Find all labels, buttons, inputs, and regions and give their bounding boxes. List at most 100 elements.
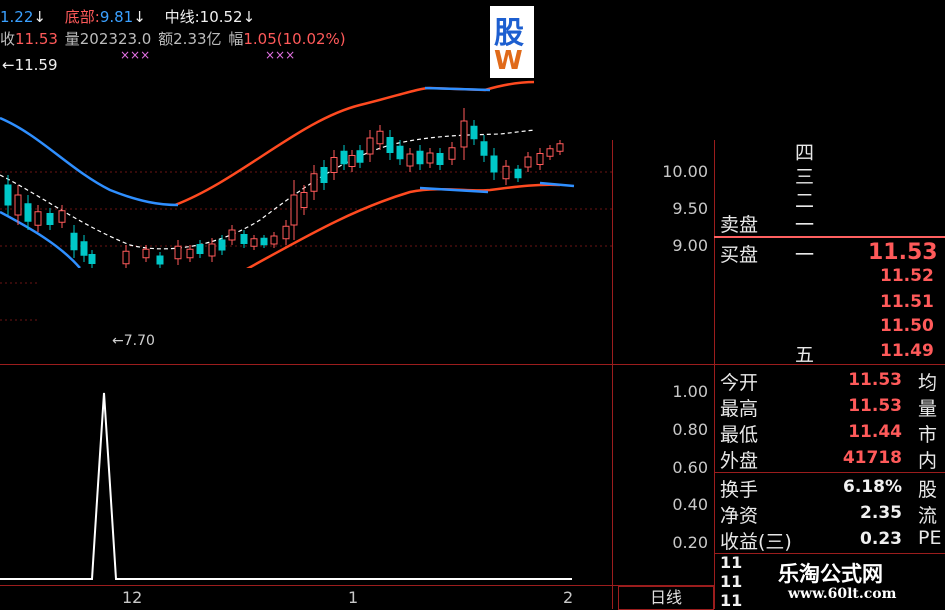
candle-body: [514, 168, 522, 179]
candle-body: [356, 150, 364, 163]
candle-body: [320, 167, 328, 183]
candle-body: [330, 157, 338, 173]
candle-body: [260, 237, 268, 246]
stat-label-high: 最高: [720, 398, 759, 420]
indicator-y-tick: 0.20: [672, 533, 708, 552]
buy-price-4: 11.50: [880, 316, 934, 336]
candle-body: [270, 235, 278, 245]
stat-right-label: 市: [918, 424, 938, 446]
candle-body: [282, 225, 290, 240]
stat-label-net-assets: 净资: [720, 505, 759, 527]
candle-body: [174, 245, 182, 260]
indicator-y-tick: 1.00: [672, 382, 708, 401]
y-tick-label: 9.50: [672, 199, 708, 218]
stat-label-open: 今开: [720, 372, 759, 394]
stats-divider: [714, 472, 945, 473]
upper-band-left: [0, 116, 179, 207]
sell-level-4: 四: [795, 142, 815, 164]
stat-value-outer: 41718: [842, 448, 902, 468]
upper-band-blue-segment: [424, 86, 491, 92]
stat-label-eps: 收益(三): [720, 531, 792, 553]
candlestick-series: [4, 108, 564, 270]
stat-right-label: 股: [918, 479, 938, 501]
candle-body: [218, 239, 226, 251]
trade-row: 11: [720, 572, 743, 591]
candle-body: [58, 210, 66, 223]
candle-body: [300, 192, 308, 208]
y-tick-label: 9.00: [672, 236, 708, 255]
stats-divider: [714, 553, 945, 554]
candle-body: [386, 137, 394, 153]
stat-right-label: 量: [918, 398, 938, 420]
candle-body: [366, 137, 374, 155]
indicator-chart[interactable]: [0, 365, 612, 585]
x-axis-label: 12: [122, 588, 143, 607]
candle-body: [524, 156, 532, 168]
stats-divider: [714, 364, 945, 365]
candle-body: [416, 150, 424, 165]
candle-body: [88, 254, 96, 264]
sell-level-3: 三: [795, 166, 815, 188]
stat-label-low: 最低: [720, 424, 759, 446]
sell-label: 卖盘: [720, 214, 759, 236]
candle-body: [436, 153, 444, 165]
x-axis-label: 1: [348, 588, 359, 607]
candle-body: [340, 150, 348, 165]
candle-body: [122, 250, 130, 265]
candle-body: [208, 243, 216, 257]
axis-divider: [612, 140, 613, 609]
indicator-y-tick: 0.60: [672, 458, 708, 477]
buy-price-3: 11.51: [880, 292, 934, 312]
stat-right-label: PE: [918, 527, 942, 549]
buy-label: 买盘: [720, 244, 759, 266]
candle-body: [228, 229, 236, 241]
x-axis-line: [0, 585, 714, 586]
stat-right-label: 流: [918, 505, 938, 527]
candle-body: [490, 155, 498, 173]
candle-body: [480, 141, 488, 156]
candle-body: [4, 184, 12, 206]
candle-body: [460, 120, 468, 148]
redaction-block: [38, 268, 888, 338]
watermark-url: www.60lt.com: [788, 586, 897, 602]
panel-divider: [714, 140, 715, 609]
sell-level-1: 一: [795, 214, 815, 236]
period-tab-daily[interactable]: 日线: [618, 586, 714, 610]
x-axis-label: 2: [563, 588, 574, 607]
candle-body: [46, 213, 54, 225]
candle-body: [448, 147, 456, 160]
stat-label-outer: 外盘: [720, 450, 759, 472]
candle-body: [290, 194, 298, 226]
stat-label-turnover: 换手: [720, 479, 759, 501]
sell-level-2: 二: [795, 190, 815, 212]
y-tick-label: 10.00: [662, 162, 708, 181]
candle-body: [80, 241, 88, 256]
candle-body: [376, 130, 384, 145]
candle-body: [14, 194, 22, 216]
candle-body: [196, 244, 204, 254]
candle-body: [502, 165, 510, 180]
candle-body: [396, 145, 404, 160]
stat-value-net-assets: 2.35: [860, 503, 902, 523]
redaction-block: [534, 0, 945, 140]
candle-body: [34, 211, 42, 226]
stat-value-open: 11.53: [848, 370, 902, 390]
stat-value-eps: 0.23: [860, 529, 902, 549]
candle-body: [546, 148, 554, 157]
candle-body: [142, 248, 150, 259]
low-marker: ←7.70: [112, 333, 155, 349]
candle-body: [250, 238, 258, 247]
stat-right-label: 均: [918, 372, 938, 394]
candle-body: [536, 153, 544, 165]
candle-body: [470, 125, 478, 140]
candle-body: [240, 234, 248, 244]
candle-body: [186, 248, 194, 259]
buy-price-5: 11.49: [880, 341, 934, 361]
candle-body: [156, 255, 164, 265]
watermark-title: 乐淘公式网: [778, 562, 883, 586]
stat-value-turnover: 6.18%: [843, 477, 902, 497]
trade-row: 11: [720, 591, 743, 610]
buy-level-1: 一: [795, 244, 815, 266]
stat-value-high: 11.53: [848, 396, 902, 416]
buy-price-2: 11.52: [880, 266, 934, 286]
